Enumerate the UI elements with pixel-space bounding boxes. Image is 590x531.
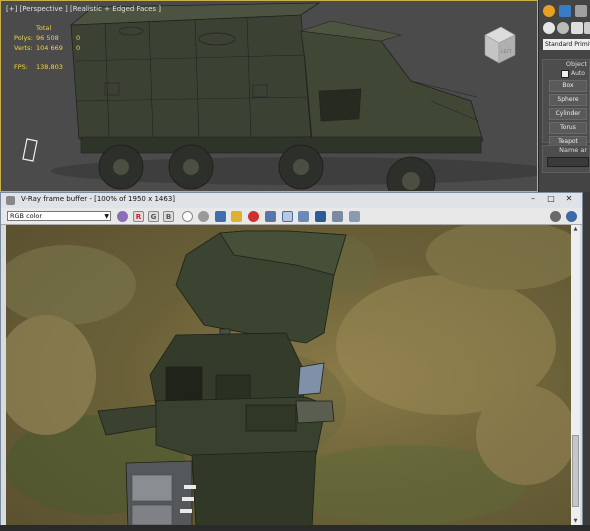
show-history-icon[interactable] — [349, 211, 360, 222]
maximize-button[interactable]: □ — [542, 193, 560, 205]
viewcube[interactable]: LEFT — [479, 23, 519, 67]
render-last-icon[interactable] — [332, 211, 343, 222]
close-button[interactable]: ✕ — [560, 193, 578, 205]
color-palette-icon[interactable] — [117, 211, 128, 222]
duplicate-to-max-icon[interactable] — [265, 211, 276, 222]
vfb-titlebar[interactable]: V-Ray frame buffer - [100% of 1950 x 146… — [1, 193, 582, 208]
object-name-field[interactable] — [547, 157, 589, 167]
blue-channel-button[interactable]: B — [163, 211, 174, 222]
minimize-button[interactable]: – — [524, 193, 542, 205]
vertical-scrollbar[interactable]: ▲ ▼ — [571, 225, 580, 528]
vray-app-icon — [6, 196, 15, 205]
rendered-image[interactable] — [6, 225, 571, 528]
autogrid-label: Auto — [571, 70, 585, 77]
stats-header: Total — [36, 24, 52, 32]
green-channel-button[interactable]: G — [148, 211, 159, 222]
monochrome-gray-icon[interactable] — [198, 211, 209, 222]
stats-fps-value: 138,803 — [36, 63, 63, 71]
track-mouse-icon[interactable] — [282, 211, 293, 222]
cameras-icon[interactable] — [584, 22, 590, 34]
object-type-title[interactable]: Object — [543, 60, 589, 69]
save-image-icon[interactable] — [215, 211, 226, 222]
stats-verts-selected: 0 — [76, 44, 81, 52]
display-correction-icon[interactable] — [550, 211, 561, 222]
stats-polys-label: Polys: — [14, 34, 33, 42]
cylinder-button[interactable]: Cylinder — [549, 108, 587, 120]
perspective-viewport[interactable]: [+] [Perspective ] [Realistic + Edged Fa… — [0, 0, 538, 192]
stats-verts-label: Verts: — [14, 44, 33, 52]
scroll-up-icon[interactable]: ▲ — [572, 226, 579, 234]
monochrome-white-icon[interactable] — [182, 211, 193, 222]
stats-fps-label: FPS: — [14, 63, 28, 71]
hierarchy-icon[interactable] — [575, 5, 587, 17]
clear-image-icon[interactable] — [248, 211, 259, 222]
vfb-toolbar: RGB color ▼ R G B — [1, 208, 582, 225]
box-button[interactable]: Box — [549, 80, 587, 92]
stats-verts-value: 104 669 — [36, 44, 63, 52]
vray-frame-buffer-window: V-Ray frame buffer - [100% of 1950 x 146… — [0, 192, 583, 531]
stats-polys-value: 96 508 — [36, 34, 59, 42]
load-image-icon[interactable] — [231, 211, 242, 222]
scrollbar-thumb[interactable] — [572, 435, 579, 507]
stats-polys-selected: 0 — [76, 34, 81, 42]
name-color-title[interactable]: Name ar — [543, 146, 589, 155]
modify-icon[interactable] — [559, 5, 571, 17]
sphere-button[interactable]: Sphere — [549, 94, 587, 106]
viewport-statistics: Total Polys: 96 508 0 Verts: 104 669 0 F… — [14, 23, 86, 72]
name-color-rollout: Name ar — [542, 145, 590, 173]
link-to-vfb-icon[interactable] — [315, 211, 326, 222]
lights-icon[interactable] — [571, 22, 583, 34]
sun-icon[interactable] — [543, 5, 555, 17]
taskbar-edge — [0, 525, 590, 531]
region-render-icon[interactable] — [298, 211, 309, 222]
autogrid-checkbox[interactable]: Auto — [543, 69, 589, 78]
red-channel-button[interactable]: R — [133, 211, 144, 222]
object-type-rollout: Object Auto Box Sphere Cylinder Torus Te… — [542, 59, 590, 148]
torus-button[interactable]: Torus — [549, 122, 587, 134]
channel-dropdown[interactable]: RGB color ▼ — [7, 211, 111, 221]
channel-dropdown-value: RGB color — [10, 212, 43, 220]
lens-effects-icon[interactable] — [566, 211, 577, 222]
vfb-title-text: V-Ray frame buffer - [100% of 1950 x 146… — [21, 195, 176, 203]
viewport-label[interactable]: [+] [Perspective ] [Realistic + Edged Fa… — [6, 5, 161, 13]
primitive-type-dropdown[interactable]: Standard Primitiv — [543, 39, 590, 50]
shapes-icon[interactable] — [557, 22, 569, 34]
geometry-icon[interactable] — [543, 22, 555, 34]
viewcube-face-label: LEFT — [501, 49, 512, 55]
chevron-down-icon: ▼ — [104, 213, 109, 220]
